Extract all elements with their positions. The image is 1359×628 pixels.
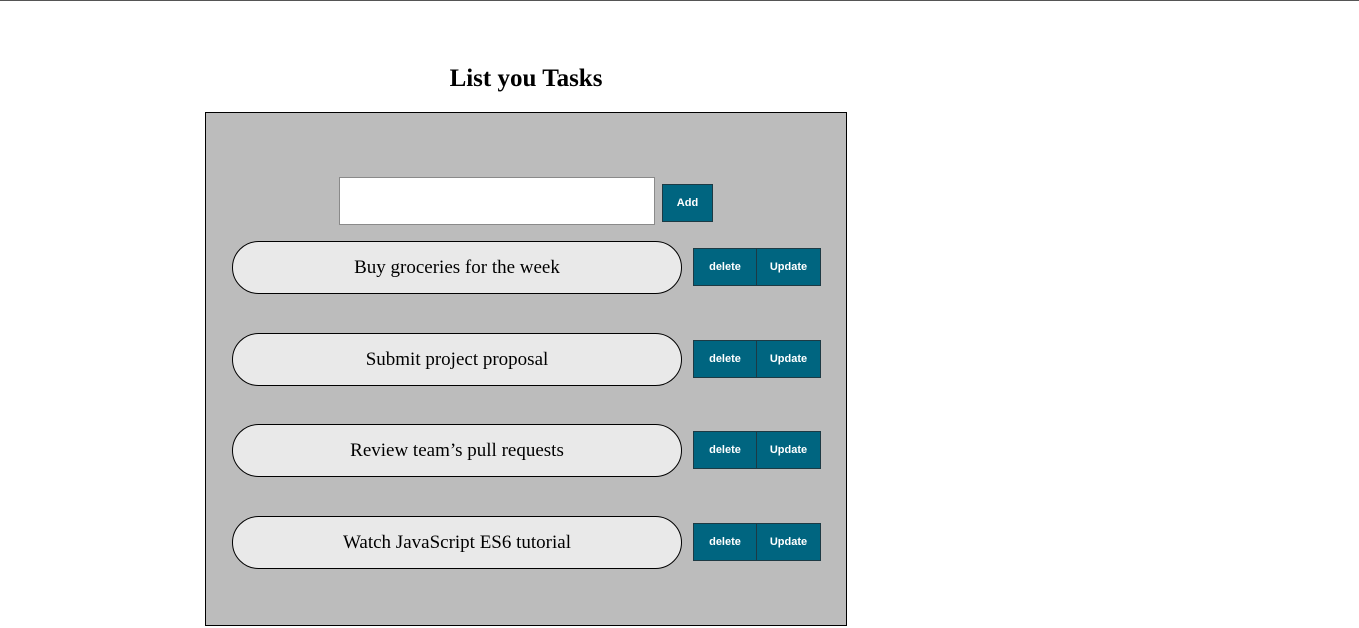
- task-item: Review team’s pull requests: [232, 424, 682, 477]
- update-button[interactable]: Update: [756, 431, 821, 469]
- task-row: Review team’s pull requests delete Updat…: [232, 424, 822, 478]
- delete-button[interactable]: delete: [693, 340, 757, 378]
- update-button[interactable]: Update: [756, 248, 821, 286]
- task-row: Buy groceries for the week delete Update: [232, 241, 822, 295]
- update-button[interactable]: Update: [756, 340, 821, 378]
- task-item: Buy groceries for the week: [232, 241, 682, 294]
- delete-button[interactable]: delete: [693, 431, 757, 469]
- task-row: Submit project proposal delete Update: [232, 333, 822, 387]
- top-divider: [0, 0, 1359, 1]
- add-button[interactable]: Add: [662, 184, 713, 222]
- task-row: Watch JavaScript ES6 tutorial delete Upd…: [232, 516, 822, 570]
- update-button[interactable]: Update: [756, 523, 821, 561]
- task-input[interactable]: [339, 177, 655, 225]
- delete-button[interactable]: delete: [693, 248, 757, 286]
- page-title: List you Tasks: [449, 65, 603, 92]
- task-panel: Add Buy groceries for the week delete Up…: [205, 112, 847, 626]
- delete-button[interactable]: delete: [693, 523, 757, 561]
- task-item: Submit project proposal: [232, 333, 682, 386]
- task-item: Watch JavaScript ES6 tutorial: [232, 516, 682, 569]
